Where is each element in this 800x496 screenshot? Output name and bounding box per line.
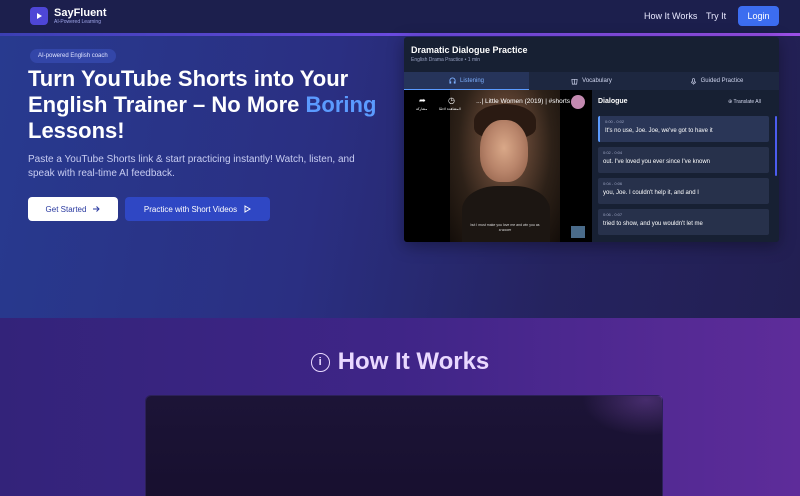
tab-guided-practice-label: Guided Practice [700,78,744,84]
hero-title-part1: Turn YouTube Shorts into Your English Tr… [28,66,349,117]
brand-logo[interactable]: SayFluent AI-Powered Learning [30,7,107,25]
hero-title-highlight: Boring [305,92,377,117]
info-icon: i [310,352,330,372]
dialogue-line[interactable]: 0:06 - 0:07 tried to show, and you would… [598,209,769,235]
practice-card: Dramatic Dialogue Practice English Drama… [404,37,779,242]
practice-title: Dramatic Dialogue Practice [411,45,528,55]
tab-guided-practice[interactable]: Guided Practice [654,72,779,90]
dialogue-time: 0:06 - 0:07 [603,212,623,217]
book-icon [571,78,578,84]
video-title[interactable]: ...| Little Women (2019) | #shorts [450,98,570,105]
dialogue-time: 0:04 - 0:06 [603,181,623,186]
dialogue-line[interactable]: 0:04 - 0:06 you, Joe. I couldn't help it… [598,178,769,204]
practice-videos-button[interactable]: Practice with Short Videos [125,197,270,221]
tab-listening[interactable]: Listening [404,72,529,90]
get-started-label: Get Started [45,204,87,214]
how-it-works-title: How It Works [337,348,490,375]
hero-title: Turn YouTube Shorts into Your English Tr… [28,66,398,144]
hero-badge: AI-powered English coach [30,49,116,63]
microphone-icon [690,77,696,85]
how-it-works-panel [146,396,662,496]
play-outline-icon [244,205,252,213]
top-nav: SayFluent AI-Powered Learning How It Wor… [0,0,800,34]
share-label: مشاركة [416,107,428,111]
hero-description: Paste a YouTube Shorts link & start prac… [28,154,355,179]
dialogue-text: tried to show, and you wouldn't let me [603,221,703,227]
tab-listening-label: Listening [459,77,485,84]
video-caption: but I must make you love me and win you … [470,223,540,232]
how-it-works-heading: i How It Works [0,348,800,376]
play-icon [30,7,48,25]
video-thumbnail[interactable] [571,226,585,238]
watch-later-label: المشاهدة لاحقًا [439,107,461,111]
dialogue-time: 0:00 - 0:02 [605,119,625,124]
login-button[interactable]: Login [738,6,779,26]
headphones-icon [449,77,456,84]
nav-link-try-it[interactable]: Try It [706,11,726,21]
nav-link-how-it-works[interactable]: How It Works [644,11,697,21]
dialogue-list: 0:00 - 0:02 It's no use, Joe. Joe, we've… [598,116,769,240]
practice-tabs: Listening Vocabulary Guided Practice [404,72,779,90]
dialogue-text: It's no use, Joe. Joe, we've got to have… [605,128,713,134]
arrow-right-icon [93,206,101,212]
dialogue-line[interactable]: 0:00 - 0:02 It's no use, Joe. Joe, we've… [598,116,769,142]
get-started-button[interactable]: Get Started [28,197,118,221]
dialogue-title: Dialogue [598,98,628,105]
dialogue-line[interactable]: 0:02 - 0:04 out. I've loved you ever sin… [598,147,769,173]
brand-name: SayFluent [54,6,107,19]
dialogue-panel: Dialogue ⊕ Translate All 0:00 - 0:02 It'… [592,90,779,242]
dialogue-time: 0:02 - 0:04 [603,150,623,155]
panel-glow [582,396,662,436]
video-figure-coat [462,186,550,242]
dialogue-scrollbar[interactable] [775,116,777,176]
hero-title-part2: Lessons! [28,118,125,143]
globe-icon: ⊕ [728,99,733,105]
practice-subtitle: English Drama Practice • 1 min [411,57,480,63]
translate-all-button[interactable]: ⊕ Translate All [728,99,761,105]
translate-all-label: Translate All [733,99,761,105]
how-it-works-section: i How It Works [0,318,800,496]
dialogue-text: out. I've loved you ever since I've know… [603,159,711,165]
video-figure-face [480,120,528,182]
tab-vocabulary-label: Vocabulary [582,78,612,84]
dialogue-text: you, Joe. I couldn't help it, and and I [603,190,699,196]
share-icon[interactable]: ➦ [419,96,426,105]
channel-avatar[interactable] [571,95,585,109]
brand-tagline: AI-Powered Learning [54,18,101,25]
tab-vocabulary[interactable]: Vocabulary [529,72,654,90]
video-frame [450,90,560,242]
video-player[interactable]: ➦ مشاركة ◷ المشاهدة لاحقًا ...| Little W… [404,90,592,242]
practice-videos-label: Practice with Short Videos [143,204,238,214]
